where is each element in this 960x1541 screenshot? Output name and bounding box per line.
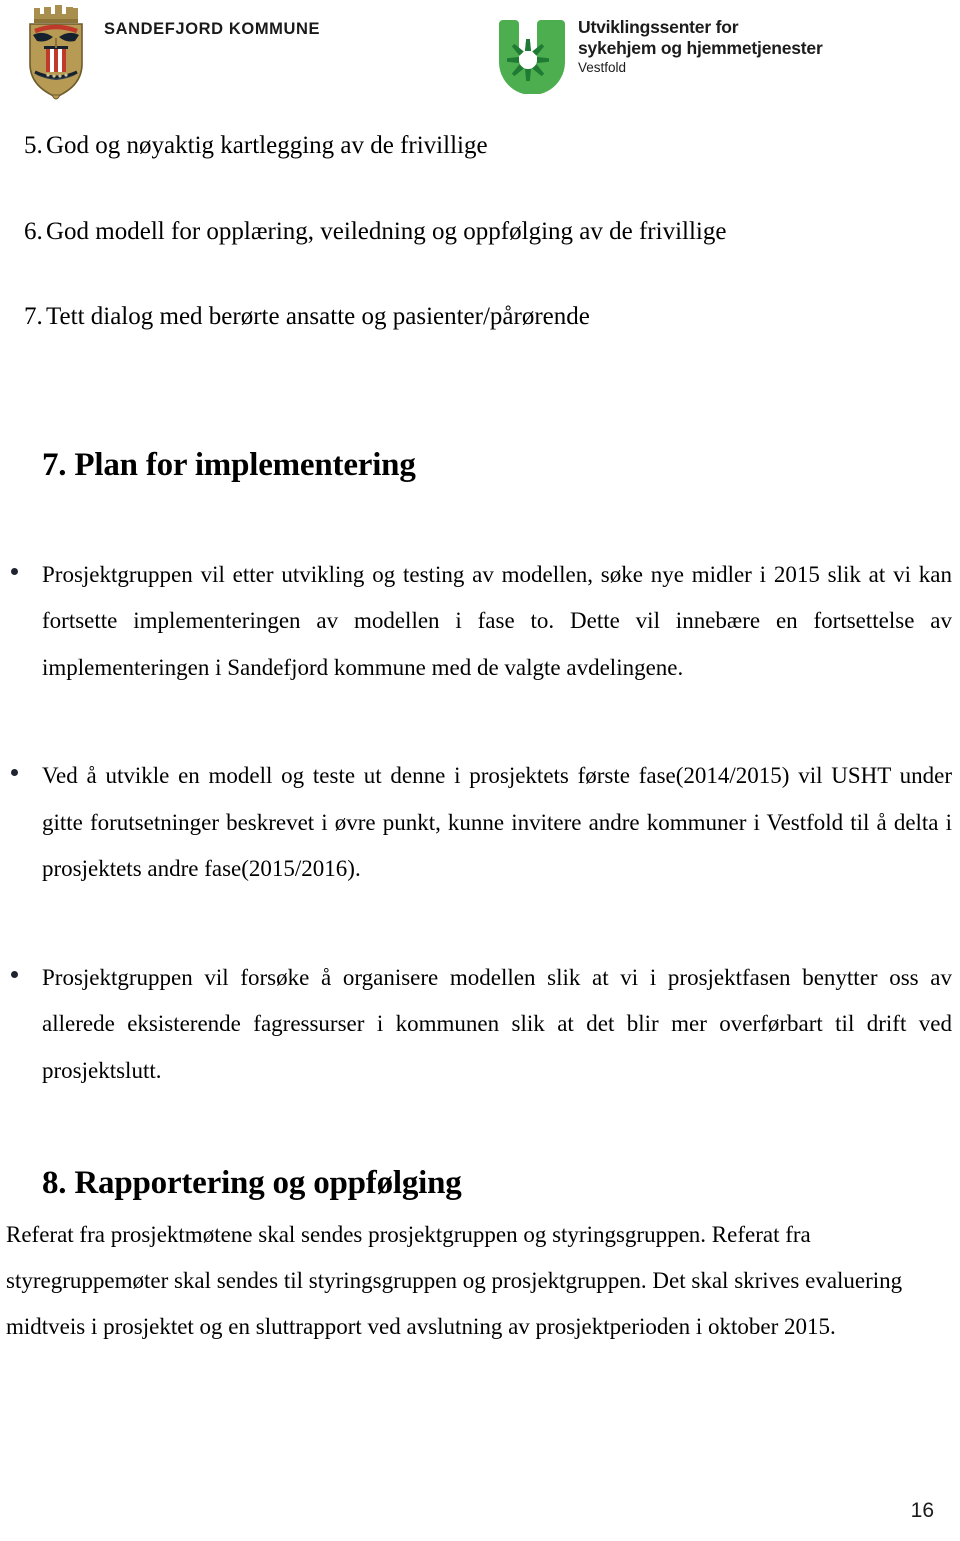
usht-text-line-1: Utviklingssenter for (578, 17, 739, 37)
bullet-list-item: Ved å utvikle en modell og teste ut denn… (0, 753, 960, 892)
page-header: SANDEFJORD KOMMUNE Utviklingssenter for … (0, 0, 960, 108)
list-item-number: 7. (24, 303, 43, 330)
list-item: 5. God og nøyaktig kartlegging av de fri… (0, 132, 960, 160)
bullet-list-item: Prosjektgruppen vil forsøke å organisere… (0, 955, 960, 1094)
list-item-number: 5. (24, 132, 43, 159)
usht-logo-text: Utviklingssenter for sykehjem og hjemmet… (578, 17, 823, 76)
bullet-dot-icon (11, 970, 18, 978)
sandefjord-kommune-wordmark: SANDEFJORD KOMMUNE (104, 20, 321, 38)
bullet-list-item: Prosjektgruppen vil etter utvikling og t… (0, 552, 960, 691)
list-item-number: 6. (24, 217, 43, 245)
list-item-text: God og nøyaktig kartlegging av de frivil… (46, 132, 488, 159)
bullet-dot-icon (11, 568, 18, 575)
section-8-paragraph: Referat fra prosjektmøtene skal sendes p… (6, 1222, 903, 1339)
bullet-list-item-text: Prosjektgruppen vil etter utvikling og t… (42, 562, 952, 680)
usht-text-line-3: Vestfold (578, 60, 627, 76)
usht-u-logo-icon (487, 16, 569, 94)
list-item-text: Tett dialog med berørte ansatte og pasie… (46, 303, 590, 330)
bullet-list-item-text: Ved å utvikle en modell og teste ut denn… (42, 763, 952, 882)
usht-text-line-2: sykehjem og hjemmetjenester (578, 37, 823, 58)
section-7-heading: 7. Plan for implementering (42, 447, 416, 483)
bullet-list-item-text: Prosjektgruppen vil forsøke å organisere… (42, 964, 952, 1083)
section-7-bullet-list: Prosjektgruppen vil etter utvikling og t… (0, 552, 960, 1094)
list-item: 6. God modell for opplæring, veiledning … (0, 218, 960, 246)
page-number: 16 (910, 1499, 934, 1522)
numbered-list: 5. God og nøyaktig kartlegging av de fri… (0, 132, 960, 389)
list-item-text: God modell for opplæring, veiledning og … (46, 217, 727, 245)
sandefjord-coat-of-arms-icon (22, 4, 90, 100)
bullet-dot-icon (11, 769, 18, 777)
list-item: 7. Tett dialog med berørte ansatte og pa… (0, 303, 960, 331)
section-8-heading: 8. Rapportering og oppfølging (42, 1165, 462, 1201)
